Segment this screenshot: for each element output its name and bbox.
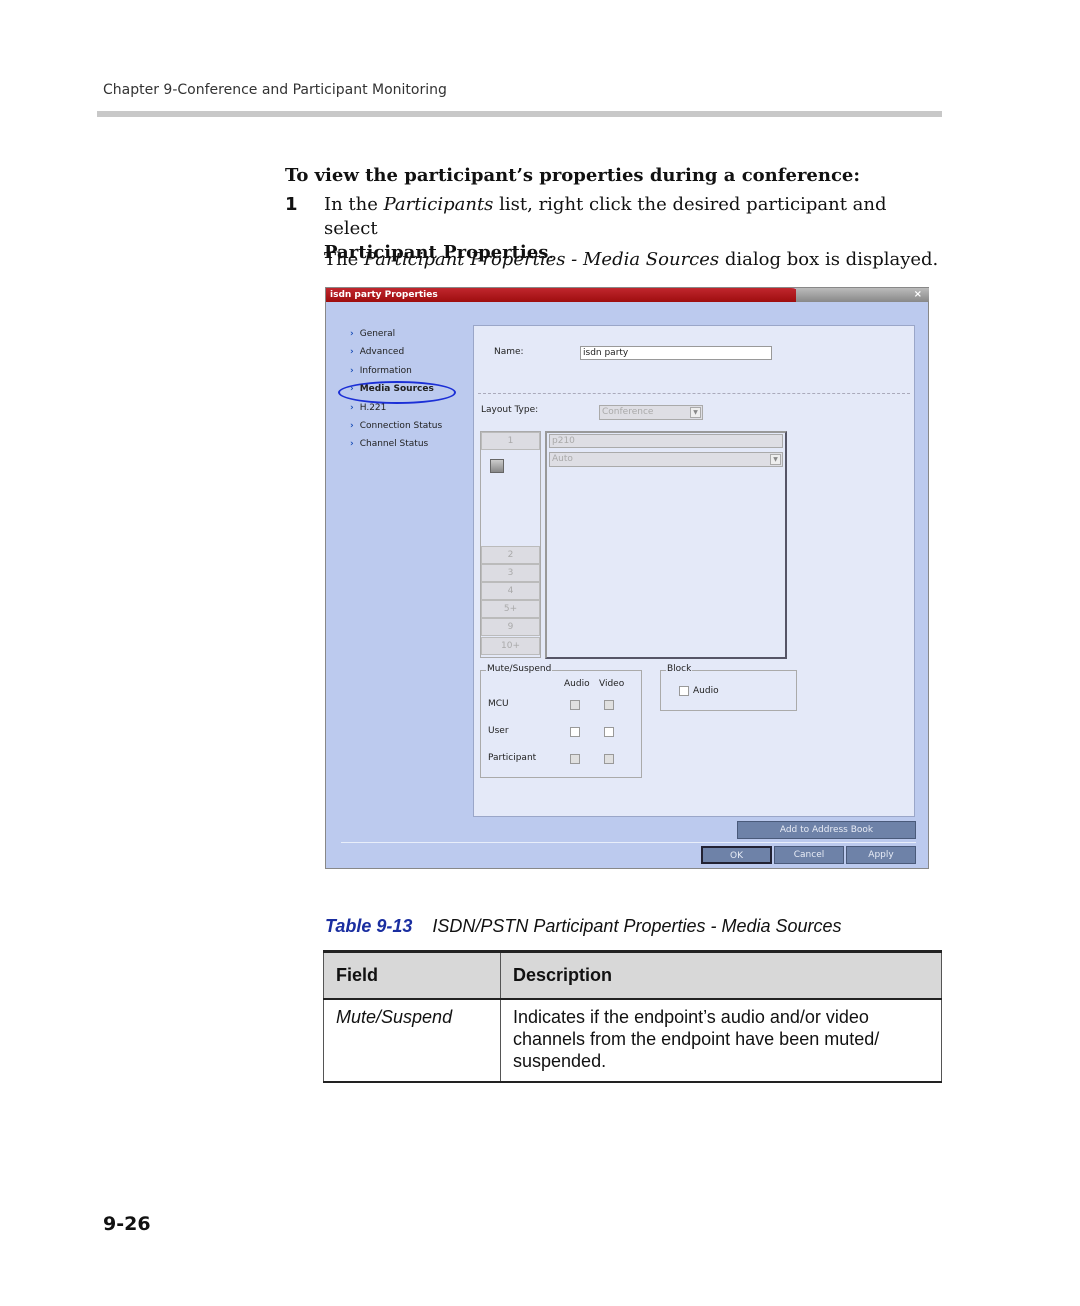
- table-row: Mute/Suspend Indicates if the endpoint’s …: [323, 999, 942, 1083]
- chevron-right-icon: ›: [350, 403, 354, 413]
- source-mode-select[interactable]: Auto ▼: [549, 452, 783, 467]
- chevron-right-icon: ›: [350, 439, 354, 449]
- nav-item-connection-status[interactable]: › Connection Status: [350, 421, 442, 431]
- chevron-right-icon: ›: [350, 329, 354, 339]
- block-label: Block: [666, 664, 693, 674]
- source-mode-value: Auto: [552, 454, 573, 464]
- layout-preview: p210 Auto ▼: [545, 431, 787, 659]
- mcu-video-checkbox[interactable]: [604, 700, 614, 710]
- participant-video-checkbox[interactable]: [604, 754, 614, 764]
- add-to-address-book-button[interactable]: Add to Address Book: [737, 821, 916, 839]
- table-caption: Table 9-13 ISDN/PSTN Participant Propert…: [325, 916, 842, 937]
- running-header: Chapter 9-Conference and Participant Mon…: [103, 82, 447, 98]
- row-participant: Participant: [488, 753, 537, 763]
- nav-label: Media Sources: [359, 384, 434, 394]
- audio-header: Audio: [564, 679, 590, 689]
- apply-button[interactable]: Apply: [846, 846, 916, 864]
- nav-label: General: [359, 329, 396, 339]
- cell-description: Indicates if the endpoint’s audio and/or…: [500, 999, 942, 1083]
- block-audio-checkbox[interactable]: [679, 686, 689, 696]
- nav-label: H.221: [359, 403, 387, 413]
- ok-button[interactable]: OK: [701, 846, 772, 864]
- nav-item-channel-status[interactable]: › Channel Status: [350, 439, 428, 449]
- nav-item-information[interactable]: › Information: [350, 366, 412, 376]
- layout-cell-1[interactable]: 1: [481, 432, 540, 450]
- user-audio-checkbox[interactable]: [570, 727, 580, 737]
- nav-label: Information: [359, 366, 412, 376]
- title-bar-right: [796, 288, 929, 302]
- mute-suspend-label: Mute/Suspend: [486, 664, 553, 674]
- table-header-row: Field Description: [323, 950, 942, 1000]
- divider: [478, 393, 910, 394]
- nav-item-media-sources[interactable]: › Media Sources: [350, 384, 434, 394]
- layout-cell-5plus[interactable]: 5+: [481, 600, 540, 618]
- cell-field: Mute/Suspend: [323, 999, 501, 1083]
- block-audio-label: Audio: [693, 686, 719, 696]
- properties-dialog: isdn party Properties × › General › Advanc…: [325, 287, 929, 869]
- user-video-checkbox[interactable]: [604, 727, 614, 737]
- chevron-down-icon: ▼: [690, 407, 701, 418]
- nav-item-advanced[interactable]: › Advanced: [350, 347, 404, 357]
- nav-label: Channel Status: [359, 439, 429, 449]
- mcu-audio-checkbox[interactable]: [570, 700, 580, 710]
- layout-cell-4[interactable]: 4: [481, 582, 540, 600]
- header-field: Field: [323, 950, 501, 1000]
- table-number: Table 9-13: [325, 916, 413, 936]
- procedure-heading: To view the participant’s properties dur…: [285, 165, 861, 186]
- dialog-title: isdn party Properties: [326, 288, 805, 302]
- header-description: Description: [500, 950, 942, 1000]
- layout-type-label: Layout Type:: [481, 405, 539, 415]
- cancel-button[interactable]: Cancel: [774, 846, 844, 864]
- nav-label: Connection Status: [359, 421, 443, 431]
- header-rule: [97, 111, 942, 117]
- page-number: 9-26: [103, 1213, 151, 1235]
- nav-label: Advanced: [359, 347, 405, 357]
- name-input[interactable]: isdn party: [580, 346, 772, 360]
- layout-cell-3[interactable]: 3: [481, 564, 540, 582]
- layout-type-value: Conference: [602, 407, 654, 417]
- layout-cell-2[interactable]: 2: [481, 546, 540, 564]
- text: dialog box is displayed.: [719, 249, 939, 270]
- chevron-down-icon: ▼: [770, 454, 781, 465]
- participant-audio-checkbox[interactable]: [570, 754, 580, 764]
- block-group: Block Audio: [660, 664, 797, 711]
- media-sources-panel: Name: isdn party Layout Type: Conference…: [473, 325, 915, 817]
- chevron-right-icon: ›: [350, 347, 354, 357]
- chevron-right-icon: ›: [350, 421, 354, 431]
- text: The: [324, 249, 364, 270]
- chevron-right-icon: ›: [350, 384, 354, 394]
- source-field[interactable]: p210: [549, 434, 783, 448]
- text: In the: [324, 194, 384, 215]
- nav-item-general[interactable]: › General: [350, 329, 395, 339]
- row-mcu: MCU: [488, 699, 509, 709]
- fields-table: Field Description Mute/Suspend Indicates i…: [323, 950, 942, 1083]
- result-text: The Participant Properties - Media Sourc…: [324, 249, 938, 270]
- layout-thumbnail-icon[interactable]: [490, 459, 504, 473]
- text: Participant Properties - Media Sources: [363, 249, 720, 270]
- layout-type-select[interactable]: Conference ▼: [599, 405, 703, 420]
- chevron-right-icon: ›: [350, 366, 354, 376]
- layout-list: 1 2 3 4 5+ 9 10+: [480, 431, 541, 658]
- separator: [341, 842, 916, 843]
- row-user: User: [488, 726, 509, 736]
- mute-suspend-group: Mute/Suspend Audio Video MCU User Partic…: [480, 664, 642, 778]
- document-page: Chapter 9-Conference and Participant Mon…: [0, 0, 1080, 1306]
- layout-cell-10plus[interactable]: 10+: [481, 637, 540, 655]
- table-title: ISDN/PSTN Participant Properties - Media…: [432, 916, 842, 936]
- step-number: 1: [285, 194, 298, 215]
- nav-item-h221[interactable]: › H.221: [350, 403, 386, 413]
- close-icon[interactable]: ×: [914, 288, 922, 302]
- name-label: Name:: [494, 347, 524, 357]
- layout-cell-9[interactable]: 9: [481, 618, 540, 636]
- text: Participants: [383, 194, 494, 215]
- video-header: Video: [599, 679, 625, 689]
